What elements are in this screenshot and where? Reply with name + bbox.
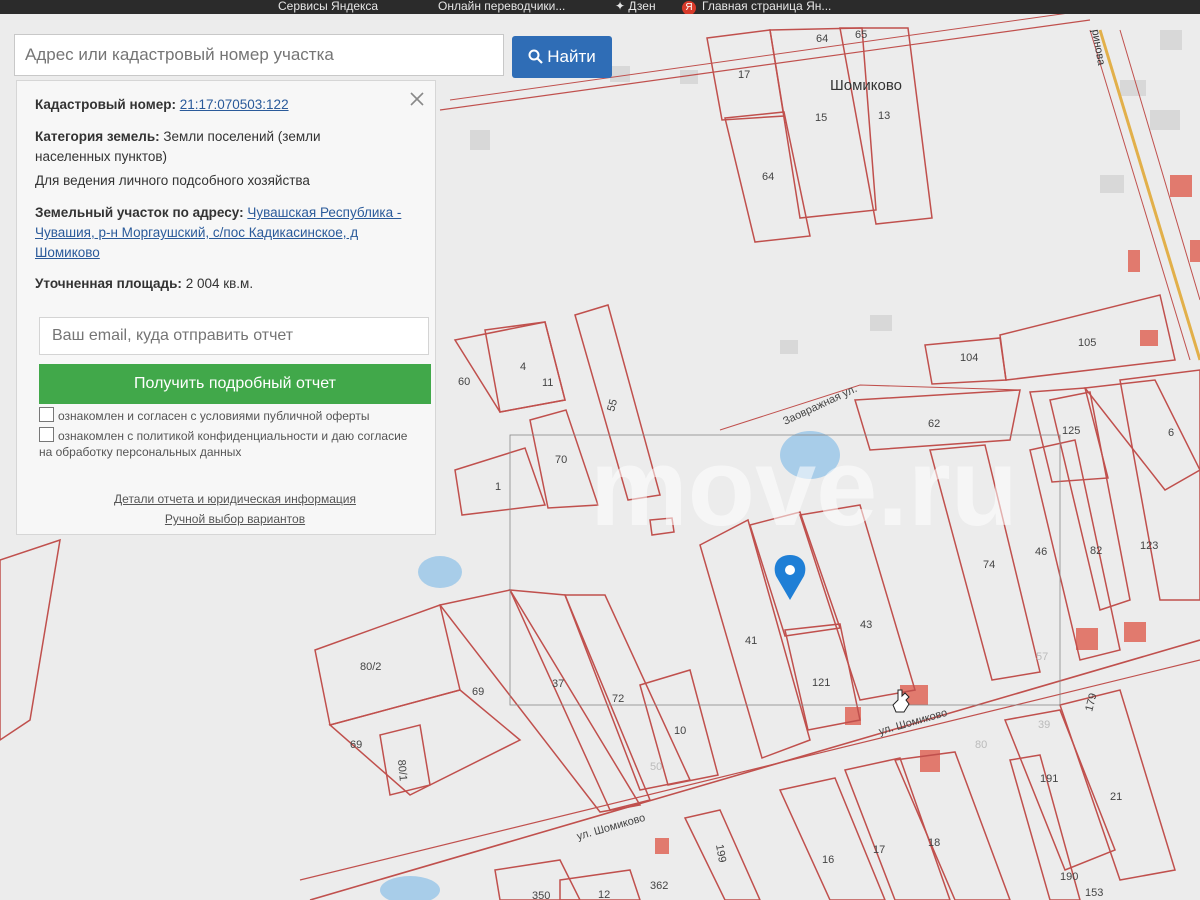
plot-number: 64	[816, 33, 828, 45]
plot-number: 350	[532, 890, 550, 900]
cadastral-number-row: Кадастровый номер: 21:17:070503:122	[35, 95, 425, 115]
area-label: Уточненная площадь:	[35, 276, 182, 291]
offer-agreement: ознакомлен и согласен с условиями публич…	[39, 407, 419, 424]
plot-number: 80	[975, 739, 987, 751]
plot-number: 12	[598, 889, 610, 900]
plot-number: 82	[1090, 545, 1102, 557]
get-report-button[interactable]: Получить подробный отчет	[39, 364, 431, 404]
privacy-agreement-text: ознакомлен с политикой конфиденциальност…	[39, 429, 408, 459]
watermark: move.ru	[590, 426, 1018, 549]
plot-number: 190	[1060, 871, 1078, 883]
plot-number: 70	[555, 454, 567, 466]
plot-number: 153	[1085, 887, 1103, 899]
plot-number: 17	[738, 69, 750, 81]
plot-number: 105	[1078, 337, 1096, 349]
area-row: Уточненная площадь: 2 004 кв.м.	[35, 274, 425, 294]
plot-number: 62	[928, 418, 940, 430]
privacy-checkbox[interactable]	[39, 427, 54, 442]
plot-number: 1	[495, 481, 501, 493]
plot-number: 123	[1140, 540, 1158, 552]
area-value: 2 004 кв.м.	[185, 276, 254, 291]
plot-number: 4	[520, 361, 526, 373]
category-label: Категория земель:	[35, 129, 160, 144]
details-link-row: Детали отчета и юридическая информация	[39, 489, 431, 509]
offer-agreement-text: ознакомлен и согласен с условиями публич…	[58, 409, 370, 423]
village-label: Шомиково	[830, 77, 902, 94]
plot-number: 121	[812, 677, 830, 689]
bookmark-dzen-label: Дзен	[628, 0, 656, 13]
bookmark-translators[interactable]: Онлайн переводчики...	[438, 0, 565, 12]
plot-number: 80/1	[395, 759, 409, 781]
plot-number: 362	[650, 880, 668, 892]
search-button-label: Найти	[547, 47, 596, 66]
search-icon	[528, 49, 544, 64]
plot-number: 69	[472, 686, 484, 698]
bookmark-dzen[interactable]: ✦ Дзен	[615, 0, 656, 12]
plot-number: 10	[674, 725, 686, 737]
manual-selection-link[interactable]: Ручной выбор вариантов	[165, 512, 305, 526]
plot-number: 80/2	[360, 661, 381, 673]
plot-number: 74	[983, 559, 995, 571]
plot-info-panel: Кадастровый номер: 21:17:070503:122 Кате…	[16, 80, 436, 535]
plot-number: 43	[860, 619, 872, 631]
manual-link-row: Ручной выбор вариантов	[39, 509, 431, 529]
plot-number: 16	[822, 854, 834, 866]
land-usage: Для ведения личного подсобного хозяйства	[35, 173, 310, 188]
bookmark-yandex-services[interactable]: Сервисы Яндекса	[278, 0, 378, 12]
plot-number: 18	[928, 837, 940, 849]
yandex-logo-icon: Я	[682, 1, 696, 14]
plot-number: 57	[1036, 651, 1048, 663]
plot-number: 21	[1110, 791, 1122, 803]
plot-number: 104	[960, 352, 978, 364]
cadastral-number-link[interactable]: 21:17:070503:122	[180, 97, 289, 112]
plot-number: 191	[1040, 773, 1058, 785]
bookmarks-bar: Сервисы Яндекса Онлайн переводчики... ✦ …	[0, 0, 1200, 14]
plot-number: 15	[815, 112, 827, 124]
email-field[interactable]	[39, 317, 429, 355]
plot-number: 39	[1038, 719, 1050, 731]
plot-number: 41	[745, 635, 757, 647]
plot-number: 72	[612, 693, 624, 705]
search-input[interactable]	[14, 34, 504, 76]
bookmark-yandex-home[interactable]: Я Главная страница Ян...	[682, 0, 831, 14]
plot-number: 50	[650, 761, 662, 773]
plot-number: 46	[1035, 546, 1047, 558]
offer-checkbox[interactable]	[39, 407, 54, 422]
address-label: Земельный участок по адресу:	[35, 205, 244, 220]
plot-number: 60	[458, 376, 470, 388]
plot-number: 17	[873, 844, 885, 856]
search-button[interactable]: Найти	[512, 36, 612, 78]
plot-number: 65	[855, 29, 867, 41]
privacy-agreement: ознакомлен с политикой конфиденциальност…	[39, 427, 419, 460]
report-details-link[interactable]: Детали отчета и юридическая информация	[114, 492, 356, 506]
plot-number: 13	[878, 110, 890, 122]
plot-number: 125	[1062, 425, 1080, 437]
bookmark-yandex-home-label: Главная страница Ян...	[702, 0, 832, 13]
plot-number: 64	[762, 171, 774, 183]
cadastral-label: Кадастровый номер:	[35, 97, 176, 112]
plot-number: 11	[542, 377, 553, 389]
plot-number: 37	[552, 678, 564, 690]
address-row: Земельный участок по адресу: Чувашская Р…	[35, 203, 425, 263]
land-category-row: Категория земель: Земли поселений (земли…	[35, 127, 365, 167]
plot-number: 6	[1168, 427, 1174, 439]
plot-number: 69	[350, 739, 362, 751]
